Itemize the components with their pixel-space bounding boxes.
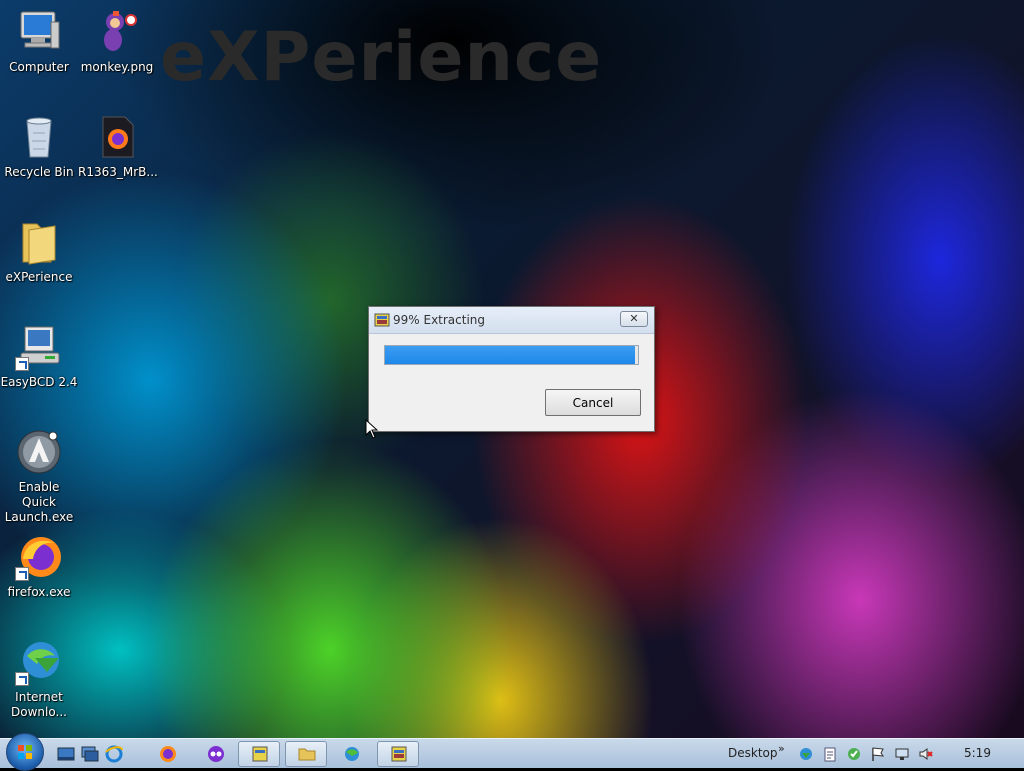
network-tray-icon[interactable] (894, 746, 910, 762)
dialog-titlebar[interactable]: 99% Extracting ✕ (369, 307, 654, 334)
desktop-icon-enable-quick-launch[interactable]: Enable Quick Launch.exe (0, 428, 78, 525)
taskbar-button-explorer[interactable] (285, 741, 327, 767)
toolbar-chevron-icon[interactable]: » (778, 742, 785, 755)
folder-icon (15, 218, 63, 266)
desktop-icon-label: monkey.png (80, 60, 154, 74)
progress-fill (385, 346, 636, 364)
desktop-icon-experience-folder[interactable]: eXPerience (0, 218, 78, 285)
desktop-icon-label: Enable Quick Launch.exe (4, 480, 74, 524)
desktop-toolbar-label[interactable]: Desktop (728, 746, 778, 760)
desktop-icon-label: Computer (9, 60, 69, 74)
security-tray-icon[interactable] (846, 746, 862, 762)
shortcut-arrow-icon (15, 672, 29, 686)
dialog-title: 99% Extracting (393, 313, 486, 327)
desktop-icon-firefox[interactable]: firefox.exe (0, 533, 78, 600)
desktop-icon-r1363-file[interactable]: R1363_MrB... (78, 113, 158, 180)
desktop-icon-label: Recycle Bin (4, 165, 74, 179)
computer-icon (15, 8, 63, 56)
windows-logo-icon (18, 745, 32, 759)
folder-icon (297, 744, 317, 764)
firefox-icon (15, 533, 63, 581)
clipboard-tray-icon[interactable] (822, 746, 838, 762)
show-desktop-icon[interactable] (56, 744, 76, 764)
taskbar-button-extracting[interactable] (377, 741, 419, 767)
start-button[interactable] (6, 733, 44, 771)
taskbar-clock[interactable]: 5:19 (964, 746, 991, 760)
mouse-cursor-icon (365, 419, 379, 439)
desktop-icon-computer[interactable]: Computer (0, 8, 78, 75)
desktop-icon-label: R1363_MrB... (78, 165, 158, 179)
firefox-taskbar-icon[interactable] (158, 744, 178, 764)
desktop-icon-label: Internet Downlo... (11, 690, 67, 719)
archive-app-icon (250, 744, 270, 764)
tor-browser-icon[interactable] (206, 744, 226, 764)
wallpaper-title: eXPerience (160, 18, 603, 97)
cancel-button[interactable]: Cancel (545, 389, 641, 416)
desktop-icon-label: EasyBCD 2.4 (0, 375, 78, 389)
taskbar: Desktop » 5:19 (0, 733, 1024, 771)
switch-windows-icon[interactable] (80, 744, 100, 764)
desktop-icon-easybcd[interactable]: EasyBCD 2.4 (0, 323, 78, 390)
internet-explorer-icon[interactable] (104, 744, 124, 764)
shortcut-arrow-icon (15, 357, 29, 371)
easybcd-icon (15, 323, 63, 371)
archive-app-icon (374, 312, 390, 328)
desktop-icon-monkey[interactable]: monkey.png (78, 8, 156, 75)
shortcut-arrow-icon (15, 567, 29, 581)
globe-taskbar-icon[interactable] (342, 744, 362, 764)
desktop-icon-label: firefox.exe (7, 585, 71, 599)
firefox-document-icon (93, 113, 141, 161)
extraction-progress-bar (384, 345, 639, 365)
recycle-bin-icon (15, 113, 63, 161)
archive-app-icon (389, 744, 409, 764)
desktop-icon-internet-download-manager[interactable]: Internet Downlo... (0, 638, 78, 720)
monkey-image-icon (93, 8, 141, 56)
quick-launch-app-icon (15, 428, 63, 476)
taskbar-button-archive-manager[interactable] (238, 741, 280, 767)
action-center-flag-icon[interactable] (870, 746, 886, 762)
download-manager-tray-icon[interactable] (798, 746, 814, 762)
close-button[interactable]: ✕ (620, 311, 648, 327)
desktop-icon-recycle-bin[interactable]: Recycle Bin (0, 113, 78, 180)
close-icon: ✕ (629, 312, 639, 325)
internet-download-manager-icon (15, 638, 63, 686)
volume-muted-icon[interactable] (918, 746, 934, 762)
desktop-icon-label: eXPerience (5, 270, 73, 284)
extracting-dialog: 99% Extracting ✕ Cancel (368, 306, 655, 432)
